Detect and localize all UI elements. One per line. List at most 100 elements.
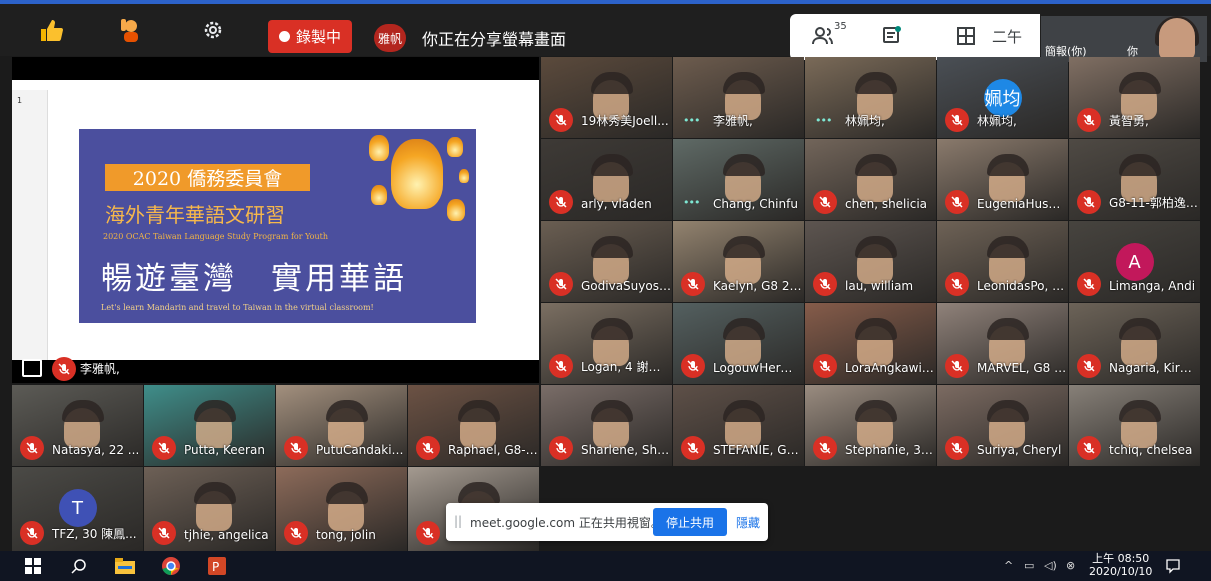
- participant-tile[interactable]: Putta, Keeran: [144, 385, 275, 466]
- participant-name: Kaelyn, G8 26 ...: [713, 279, 803, 293]
- people-icon[interactable]: [812, 26, 834, 51]
- tray-chevron-icon[interactable]: ^: [1004, 559, 1013, 572]
- mic-off-icon: [1077, 354, 1101, 378]
- mic-off-icon: [813, 436, 837, 460]
- participant-tile[interactable]: LeonidasPo, A...: [937, 221, 1068, 302]
- presenter-name: 李雅帆,: [80, 362, 120, 376]
- mic-off-icon: [20, 521, 44, 545]
- participant-tile[interactable]: 19林秀美Joell...: [541, 57, 672, 138]
- participant-tile[interactable]: Sharlene, Shar...: [541, 385, 672, 466]
- participant-name: LeonidasPo, A...: [977, 279, 1067, 293]
- participant-tile[interactable]: LoraAngkawij...: [805, 303, 936, 384]
- search-icon[interactable]: [68, 556, 90, 576]
- participant-hair: [193, 482, 236, 505]
- participant-tile[interactable]: tjhie, angelica: [144, 467, 275, 551]
- self-view-tile[interactable]: 簡報(你) 你: [1041, 16, 1207, 62]
- svg-text:P: P: [212, 560, 219, 574]
- participant-name: Nagaria, Kirana: [1109, 361, 1199, 375]
- participant-tile[interactable]: ••• 李雅帆,: [673, 57, 804, 138]
- participant-tile[interactable]: EugeniaHusa...: [937, 139, 1068, 220]
- participant-tile[interactable]: Suriya, Cheryl: [937, 385, 1068, 466]
- lantern-icon: [459, 169, 469, 183]
- participant-tile[interactable]: Stephanie, 31 ...: [805, 385, 936, 466]
- participant-tile[interactable]: 姵均 林姵均,: [937, 57, 1068, 138]
- battery-icon[interactable]: ▭: [1024, 559, 1034, 572]
- mic-blocked-icon[interactable]: ⊗: [1066, 559, 1075, 572]
- drag-handle-icon[interactable]: ||: [454, 514, 462, 528]
- mic-off-icon: [813, 190, 837, 214]
- windows-start-icon[interactable]: [22, 556, 44, 576]
- participant-name: 李雅帆,: [713, 114, 753, 128]
- thumbs-up-icon[interactable]: [34, 14, 68, 46]
- participant-tile[interactable]: ••• Chang, Chinfu: [673, 139, 804, 220]
- mic-off-icon: [945, 190, 969, 214]
- participant-tile[interactable]: A Limanga, Andi: [1069, 221, 1200, 302]
- participant-tile[interactable]: Natasya, 22 ...: [12, 385, 143, 466]
- participant-tile[interactable]: chen, shelicia: [805, 139, 936, 220]
- slide-thumbnail-pane: 1: [12, 90, 48, 360]
- participant-name: LoraAngkawij...: [845, 361, 935, 375]
- recording-indicator[interactable]: 錄製中: [268, 20, 352, 53]
- file-explorer-icon[interactable]: [114, 556, 136, 576]
- participant-tile[interactable]: STEFANIE, G8 ...: [673, 385, 804, 466]
- participant-tile[interactable]: ••• 林姵均,: [805, 57, 936, 138]
- participant-avatar: A: [1115, 243, 1154, 281]
- record-dot-icon: [278, 31, 290, 42]
- participant-tile[interactable]: arly, vladen: [541, 139, 672, 220]
- lantern-icon: [391, 139, 443, 209]
- slide-subtitle: 海外青年華語文研習: [105, 203, 285, 227]
- volume-icon[interactable]: ◁): [1044, 559, 1057, 572]
- present-screen-icon[interactable]: [22, 359, 42, 377]
- participants-count: 35: [834, 21, 847, 32]
- participant-tile[interactable]: lau, william: [805, 221, 936, 302]
- participant-tile[interactable]: LogouwHerm...: [673, 303, 804, 384]
- participant-tile[interactable]: Raphael, G8-1...: [408, 385, 539, 466]
- mic-off-icon: [284, 521, 308, 545]
- mic-off-icon: [549, 272, 573, 296]
- powerpoint-icon[interactable]: P: [206, 556, 228, 576]
- speaking-indicator-icon: •••: [683, 114, 700, 127]
- clock-date: 2020/10/10: [1089, 565, 1153, 578]
- participant-tile[interactable]: Nagaria, Kirana: [1069, 303, 1200, 384]
- share-message: meet.google.com 正在共用視窗。: [470, 516, 663, 530]
- participant-name: tong, jolin: [316, 528, 376, 542]
- mic-off-icon: [20, 436, 44, 460]
- slide-english-program: 2020 OCAC Taiwan Language Study Program …: [103, 232, 329, 241]
- participant-tile[interactable]: Logan, 4 謝志明: [541, 303, 672, 384]
- participant-name: STEFANIE, G8 ...: [713, 443, 803, 457]
- slide-number: 1: [17, 96, 23, 105]
- participant-tile[interactable]: tchiq, chelsea: [1069, 385, 1200, 466]
- mic-off-icon: [945, 108, 969, 132]
- raise-hand-icon[interactable]: [114, 14, 148, 46]
- participant-tile[interactable]: G8-11-郭柏逸-...: [1069, 139, 1200, 220]
- system-clock[interactable]: 上午 08:50 2020/10/10: [1089, 552, 1152, 578]
- participant-tile[interactable]: Kaelyn, G8 26 ...: [673, 221, 804, 302]
- participant-tile[interactable]: tong, jolin: [276, 467, 407, 551]
- participant-name: EugeniaHusa...: [977, 197, 1067, 211]
- mic-off-icon: [549, 190, 573, 214]
- participant-name: 黃智勇,: [1109, 114, 1149, 128]
- lantern-icon: [369, 135, 389, 161]
- participant-name: lau, william: [845, 279, 914, 293]
- participant-tile[interactable]: PutuCandakir...: [276, 385, 407, 466]
- notification-icon[interactable]: [1162, 556, 1184, 576]
- participant-tile[interactable]: GodivaSuyoso...: [541, 221, 672, 302]
- hide-button[interactable]: 隱藏: [736, 514, 760, 531]
- stop-sharing-button[interactable]: 停止共用: [653, 508, 727, 536]
- participant-tile[interactable]: MARVEL, G8 0...: [937, 303, 1068, 384]
- slide-big-title: 暢遊臺灣 實用華語: [101, 261, 407, 297]
- participant-name: arly, vladen: [581, 197, 652, 211]
- participant-name: 林姵均,: [977, 114, 1017, 128]
- settings-icon[interactable]: [196, 14, 230, 46]
- participant-tile[interactable]: T TFZ, 30 陳鳳...: [12, 467, 143, 551]
- grid-icon[interactable]: [956, 26, 976, 51]
- participant-name: tchiq, chelsea: [1109, 443, 1193, 457]
- mic-off-icon: [945, 272, 969, 296]
- chat-icon[interactable]: [882, 26, 902, 51]
- self-face: [1159, 18, 1195, 60]
- clock-time: 上午 08:50: [1092, 552, 1150, 565]
- lantern-icon: [447, 199, 465, 221]
- chrome-icon[interactable]: [160, 556, 182, 576]
- speaking-indicator-icon: •••: [683, 196, 700, 209]
- participant-tile[interactable]: 黃智勇,: [1069, 57, 1200, 138]
